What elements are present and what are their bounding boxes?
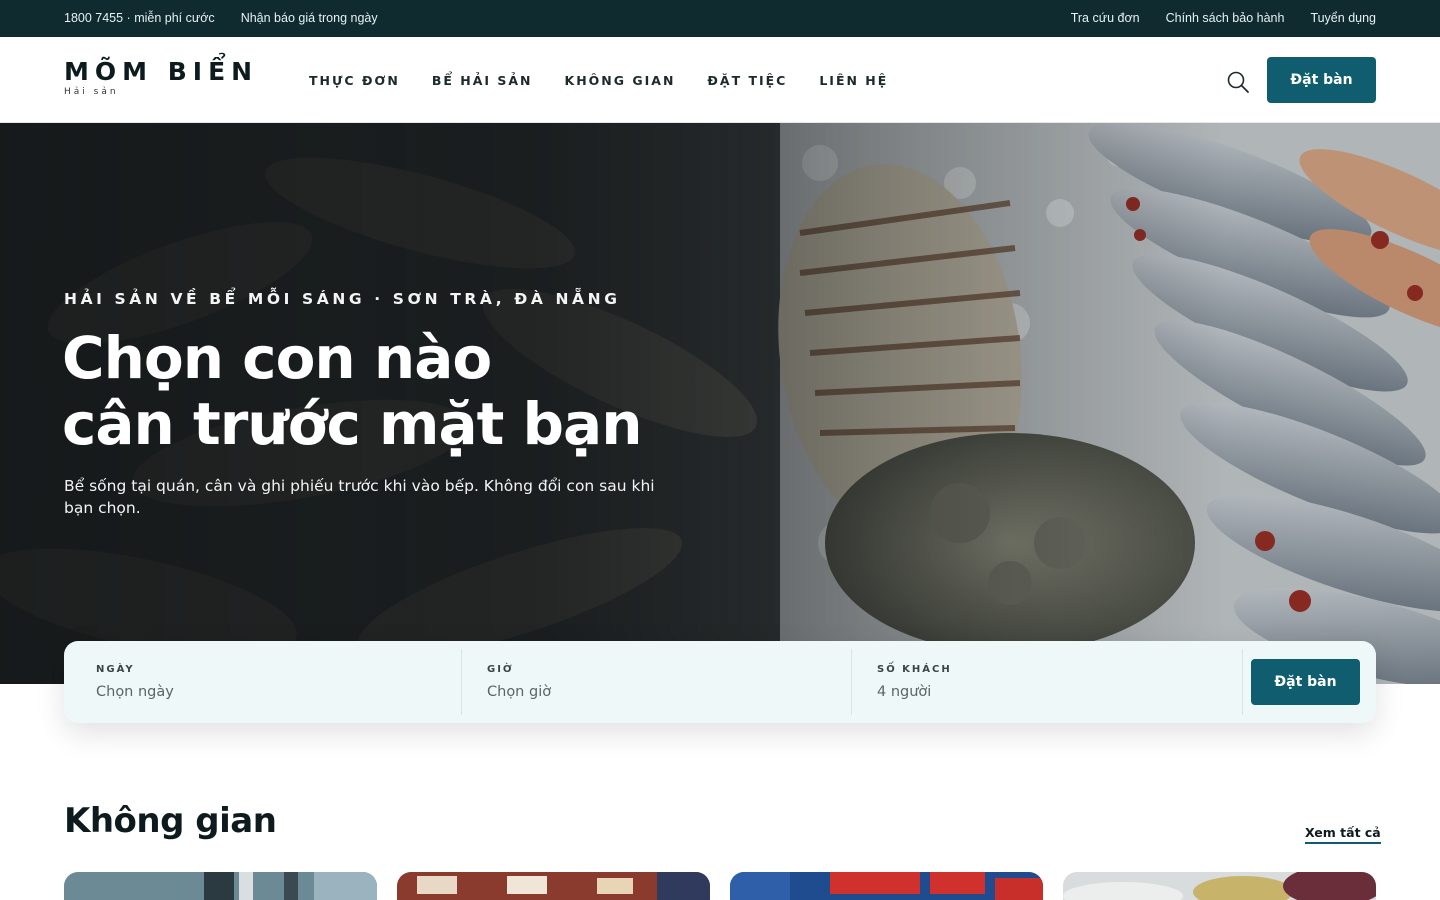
hero-title-line-2: cân trước mặt bạn [62,390,642,458]
booking-submit-button[interactable]: Đặt bàn [1251,659,1360,705]
time-field[interactable]: GIỜ Chọn giờ [461,649,851,715]
gallery-card-2[interactable] [397,872,710,900]
gallery-image-3 [730,872,1043,900]
brand-name: MÕM BIỂN [64,57,259,86]
gallery-image-4 [1063,872,1376,900]
top-utility-bar: 1800 7455 · miễn phí cước Nhận báo giá t… [0,0,1440,37]
time-input[interactable]: Chọn giờ [487,684,551,700]
order-lookup-link[interactable]: Tra cứu đơn [1071,11,1140,25]
gallery-card-3[interactable] [730,872,1043,900]
booking-divider [1242,649,1243,715]
hotline-text: 1800 7455 · miễn phí cước [64,11,215,25]
main-nav: THỰC ĐƠN BỂ HẢI SẢN KHÔNG GIAN ĐẶT TIỆC … [309,73,888,88]
date-field[interactable]: NGÀY Chọn ngày [64,649,461,715]
topbar-links: Tra cứu đơn Chính sách bảo hành Tuyển dụ… [1071,11,1376,25]
section-title: Không gian [64,801,277,841]
hero-lead: Bể sống tại quán, cân và ghi phiếu trước… [64,477,655,517]
brand-tagline: Hải sản [64,87,119,97]
quote-text: Nhận báo giá trong ngày [240,11,378,25]
see-all-link[interactable]: Xem tất cả [1305,825,1381,844]
gallery-card-4[interactable] [1063,872,1376,900]
book-table-button[interactable]: Đặt bàn [1267,57,1376,103]
nav-item-seafood-tank[interactable]: BỂ HẢI SẢN [432,73,533,88]
hero-banner: HẢI SẢN VỀ BỂ MỖI SÁNG · SƠN TRÀ, ĐÀ NẴN… [0,123,1440,684]
careers-link[interactable]: Tuyển dụng [1310,11,1376,25]
brand-logo[interactable]: MÕM BIỂN Hải sản [64,57,258,97]
gallery-image-1 [64,872,377,900]
nav-item-menu[interactable]: THỰC ĐƠN [309,73,400,88]
guests-field[interactable]: SỐ KHÁCH 4 người [851,649,1242,715]
space-gallery [64,872,1376,900]
time-label: GIỜ [487,664,514,675]
topbar-left: 1800 7455 · miễn phí cước Nhận báo giá t… [64,11,378,25]
nav-item-contact[interactable]: LIÊN HỆ [819,73,888,88]
hero-title: Chọn con nào cân trước mặt bạn [62,324,642,458]
nav-item-party[interactable]: ĐẶT TIỆC [707,73,787,88]
gallery-card-1[interactable] [64,872,377,900]
site-header: MÕM BIỂN Hải sản THỰC ĐƠN BỂ HẢI SẢN KHÔ… [0,37,1440,123]
hero-title-line-1: Chọn con nào [62,324,492,392]
date-input[interactable]: Chọn ngày [96,684,174,700]
gallery-image-2 [397,872,710,900]
search-icon[interactable] [1226,70,1250,94]
date-label: NGÀY [96,664,135,675]
nav-item-space[interactable]: KHÔNG GIAN [565,73,676,88]
guests-select[interactable]: 4 người [877,684,931,700]
warranty-policy-link[interactable]: Chính sách bảo hành [1166,11,1285,25]
guests-label: SỐ KHÁCH [877,664,952,675]
hero-eyebrow: HẢI SẢN VỀ BỂ MỖI SÁNG · SƠN TRÀ, ĐÀ NẴN… [64,290,621,308]
booking-bar: NGÀY Chọn ngày GIỜ Chọn giờ SỐ KHÁCH 4 n… [64,641,1376,723]
